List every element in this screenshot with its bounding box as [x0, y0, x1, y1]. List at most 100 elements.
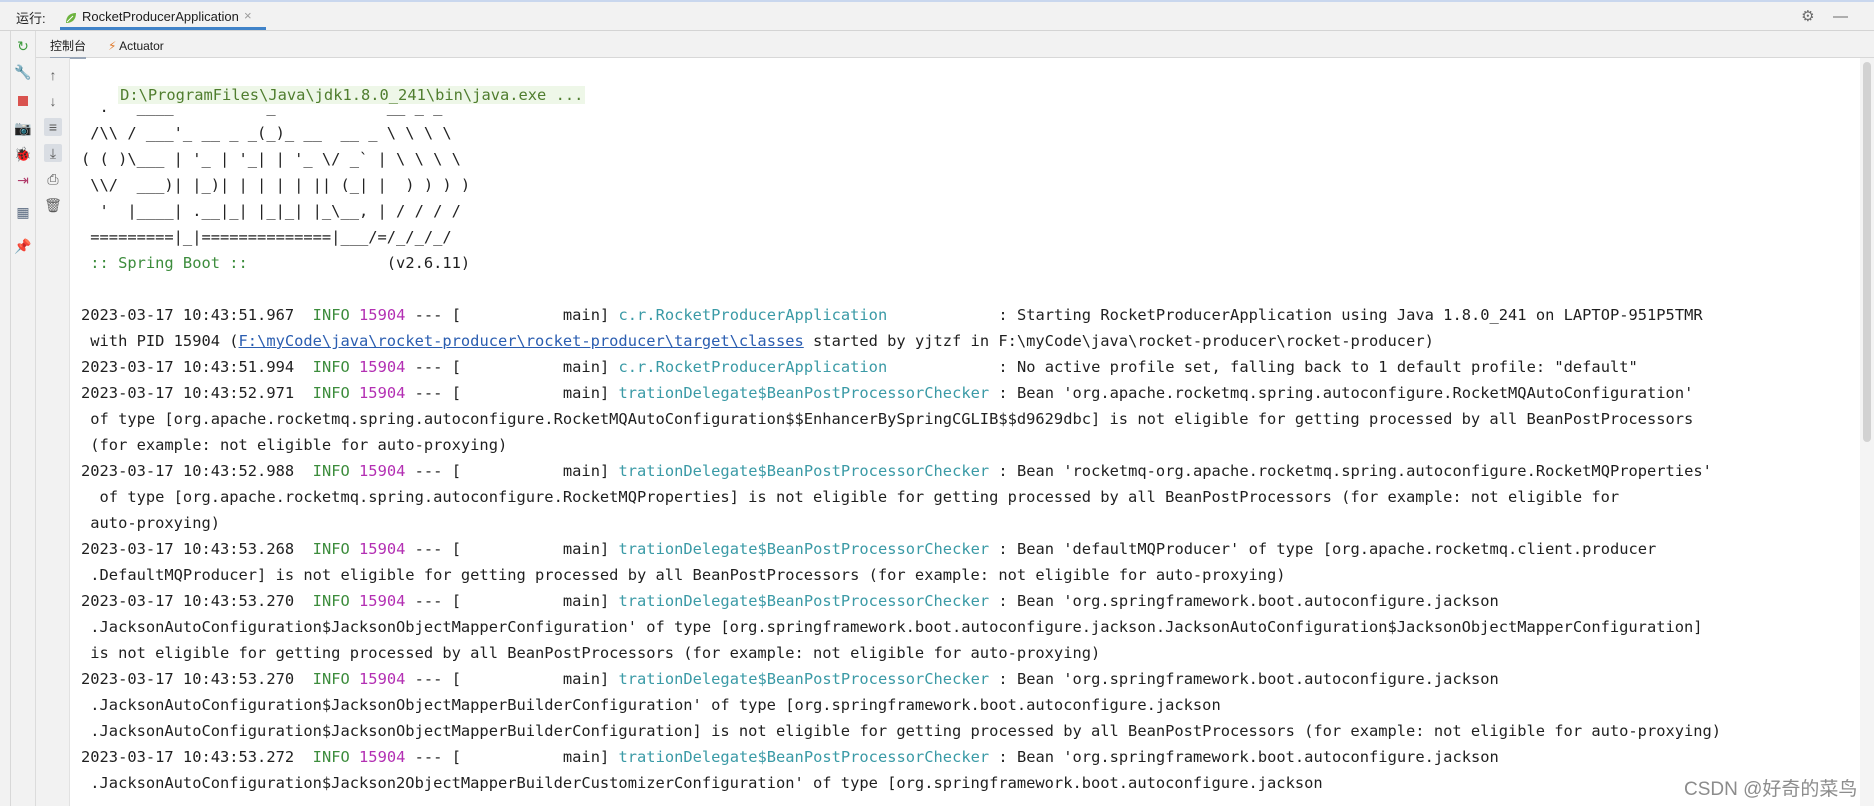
classpath-link[interactable]: F:\myCode\java\rocket-producer\rocket-pr…	[239, 332, 804, 350]
log-continuation: .JacksonAutoConfiguration$JacksonObjectM…	[81, 614, 1703, 640]
log-continuation-text: .JacksonAutoConfiguration$JacksonObjectM…	[81, 618, 1703, 636]
log-message: : No active profile set, falling back to…	[989, 358, 1638, 376]
log-line: 2023-03-17 10:43:51.994 INFO 15904 --- […	[81, 354, 1638, 380]
arrow-up-icon[interactable]: ↑	[44, 66, 62, 84]
console-subtabs: 控制台 ⚡ Actuator	[36, 31, 1874, 59]
console-scrollbar-thumb[interactable]	[1863, 62, 1871, 442]
banner-line: ( ( )\___ | '_ | '_| | '_ \/ _` | \ \ \ …	[81, 150, 461, 168]
log-message: : Starting RocketProducerApplication usi…	[989, 306, 1703, 324]
log-line: 2023-03-17 10:43:51.967 INFO 15904 --- […	[81, 302, 1703, 328]
log-continuation-text: .JacksonAutoConfiguration$JacksonObjectM…	[81, 722, 1722, 740]
log-pid: 15904	[359, 592, 406, 610]
log-message: : Bean 'org.springframework.boot.autocon…	[989, 592, 1499, 610]
gear-icon[interactable]: ⚙	[1801, 7, 1814, 25]
spring-boot-version: (v2.6.11)	[257, 254, 471, 272]
log-pid: 15904	[359, 462, 406, 480]
log-message: : Bean 'org.apache.rocketmq.spring.autoc…	[989, 384, 1694, 402]
log-continuation: auto-proxying)	[81, 510, 220, 536]
log-continuation-text: .JacksonAutoConfiguration$JacksonObjectM…	[81, 696, 1221, 714]
debug-bug-icon[interactable]: 🐞	[14, 145, 32, 163]
log-pid: 15904	[359, 306, 406, 324]
exit-icon[interactable]: ⇥	[14, 171, 32, 189]
log-continuation: of type [org.apache.rocketmq.spring.auto…	[81, 406, 1693, 432]
log-timestamp: 2023-03-17 10:43:53.270	[81, 592, 295, 610]
log-continuation-text: auto-proxying)	[81, 514, 220, 532]
log-message: : Bean 'org.springframework.boot.autocon…	[989, 670, 1499, 688]
stop-icon[interactable]	[14, 93, 32, 111]
log-level: INFO	[312, 384, 350, 402]
spring-leaf-icon	[64, 11, 78, 30]
log-timestamp: 2023-03-17 10:43:51.994	[81, 358, 295, 376]
pin-icon[interactable]: 📌	[14, 237, 32, 255]
print-icon[interactable]: ⎙	[44, 170, 62, 188]
log-continuation-text: is not eligible for getting processed by…	[81, 644, 1101, 662]
log-timestamp: 2023-03-17 10:43:52.988	[81, 462, 295, 480]
log-pid: 15904	[359, 358, 406, 376]
tab-console[interactable]: 控制台	[50, 35, 87, 59]
log-level: INFO	[312, 748, 350, 766]
log-continuation-text: .JacksonAutoConfiguration$Jackson2Object…	[81, 774, 1323, 792]
log-timestamp: 2023-03-17 10:43:52.971	[81, 384, 295, 402]
log-continuation: .JacksonAutoConfiguration$JacksonObjectM…	[81, 718, 1721, 744]
log-logger: c.r.RocketProducerApplication	[618, 358, 990, 376]
log-thread: --- [ main]	[405, 462, 619, 480]
scroll-to-end-icon[interactable]: ⤓	[44, 144, 62, 162]
log-thread: --- [ main]	[405, 306, 619, 324]
camera-icon[interactable]: 📷	[14, 119, 32, 137]
tab-label: RocketProducerApplication	[82, 9, 239, 24]
log-continuation-text: (for example: not eligible for auto-prox…	[81, 436, 508, 454]
panel-actions: ⚙ —	[1787, 7, 1848, 26]
log-level: INFO	[312, 540, 350, 558]
log-line: 2023-03-17 10:43:53.270 INFO 15904 --- […	[81, 666, 1499, 692]
tool-window-stripe	[10, 31, 11, 806]
run-label: 运行:	[16, 11, 46, 26]
log-pid: 15904	[359, 748, 406, 766]
log-level: INFO	[312, 358, 350, 376]
log-logger: trationDelegate$BeanPostProcessorChecker	[618, 670, 990, 688]
log-continuation: of type [org.apache.rocketmq.spring.auto…	[81, 484, 1620, 510]
log-thread: --- [ main]	[405, 592, 619, 610]
log-line: 2023-03-17 10:43:52.988 INFO 15904 --- […	[81, 458, 1712, 484]
layout-icon[interactable]: ▦	[14, 203, 32, 221]
run-toolbar: ↻ 🔧 📷 🐞 ⇥ ▦ 📌	[0, 31, 36, 806]
log-logger: trationDelegate$BeanPostProcessorChecker	[618, 592, 990, 610]
tab-actuator[interactable]: ⚡ Actuator	[108, 35, 164, 57]
log-message: : Bean 'defaultMQProducer' of type [org.…	[989, 540, 1657, 558]
tab-rocket-producer-application[interactable]: RocketProducerApplication ×	[60, 4, 266, 30]
arrow-down-icon[interactable]: ↓	[44, 92, 62, 110]
log-pid: 15904	[359, 384, 406, 402]
log-timestamp: 2023-03-17 10:43:53.270	[81, 670, 295, 688]
spring-boot-version-line: :: Spring Boot :: (v2.6.11)	[81, 250, 470, 276]
log-continuation-text: of type [org.apache.rocketmq.spring.auto…	[81, 410, 1694, 428]
trash-icon[interactable]: 🗑	[44, 196, 62, 214]
log-continuation: is not eligible for getting processed by…	[81, 640, 1100, 666]
log-pid: 15904	[359, 670, 406, 688]
run-panel-header: 运行: RocketProducerApplication × ⚙ —	[0, 0, 1874, 31]
log-line: 2023-03-17 10:43:53.268 INFO 15904 --- […	[81, 536, 1656, 562]
soft-wrap-icon[interactable]: ≡	[44, 118, 62, 136]
wrench-icon[interactable]: 🔧	[14, 63, 32, 81]
log-timestamp: 2023-03-17 10:43:53.272	[81, 748, 295, 766]
console-output[interactable]: D:\ProgramFiles\Java\jdk1.8.0_241\bin\ja…	[70, 58, 1860, 806]
close-icon[interactable]: ×	[244, 8, 252, 23]
log-continuation-text: started by yjtzf in F:\myCode\java\rocke…	[803, 332, 1434, 350]
tab-actuator-label: Actuator	[119, 39, 164, 53]
rerun-icon[interactable]: ↻	[14, 37, 32, 55]
log-line: 2023-03-17 10:43:52.971 INFO 15904 --- […	[81, 380, 1693, 406]
log-continuation: .JacksonAutoConfiguration$JacksonObjectM…	[81, 692, 1221, 718]
log-line: 2023-03-17 10:43:53.272 INFO 15904 --- […	[81, 744, 1499, 770]
minimize-icon[interactable]: —	[1833, 8, 1848, 25]
banner-line: . ____ _ __ _ _	[81, 98, 443, 116]
log-continuation-text: of type [org.apache.rocketmq.spring.auto…	[81, 488, 1620, 506]
log-logger: c.r.RocketProducerApplication	[618, 306, 990, 324]
log-timestamp: 2023-03-17 10:43:53.268	[81, 540, 295, 558]
banner-line: ' |____| .__|_| |_|_| |_\__, | / / / /	[81, 202, 461, 220]
log-continuation-text: with PID 15904 (	[81, 332, 239, 350]
log-continuation: (for example: not eligible for auto-prox…	[81, 432, 507, 458]
log-logger: trationDelegate$BeanPostProcessorChecker	[618, 540, 990, 558]
spring-boot-label: :: Spring Boot ::	[81, 254, 258, 272]
banner-line: \\/ ___)| |_)| | | | | || (_| | ) ) ) )	[81, 176, 471, 194]
log-logger: trationDelegate$BeanPostProcessorChecker	[618, 462, 990, 480]
log-continuation: .JacksonAutoConfiguration$Jackson2Object…	[81, 770, 1323, 796]
actuator-icon: ⚡	[108, 39, 117, 53]
